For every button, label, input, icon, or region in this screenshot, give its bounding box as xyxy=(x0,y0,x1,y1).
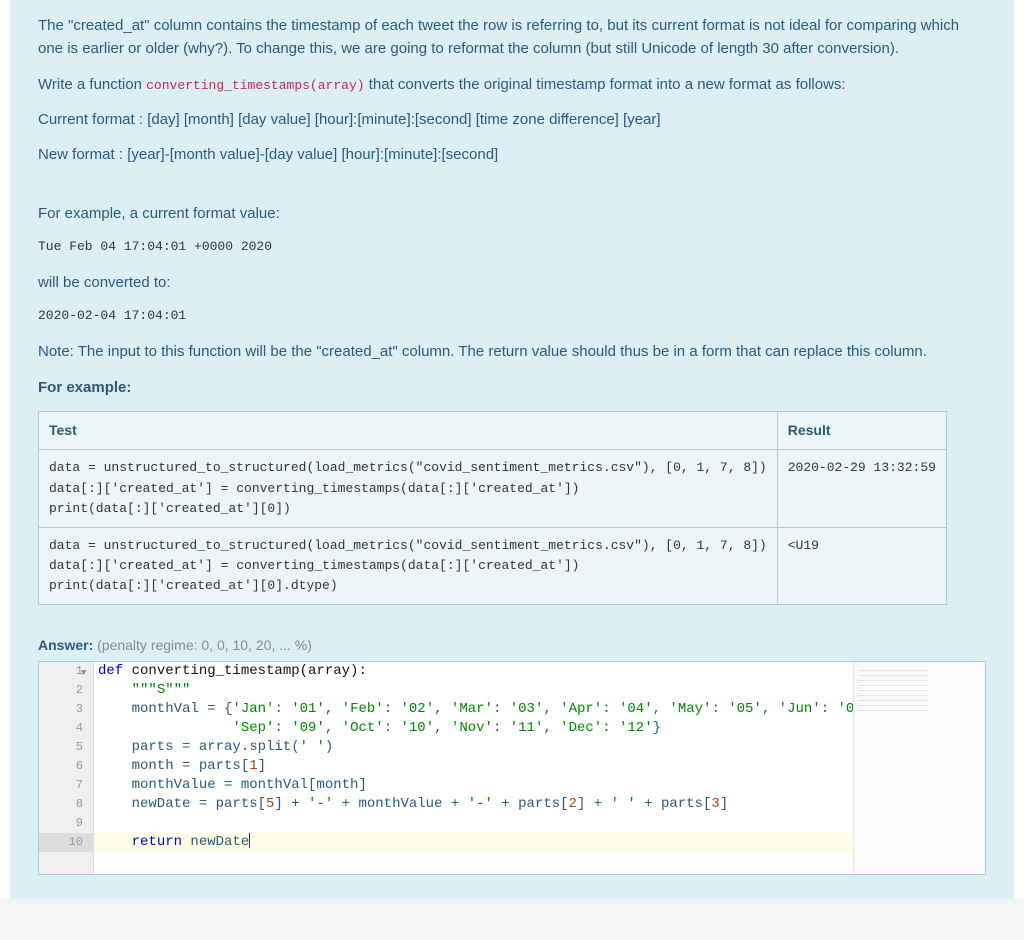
code-content[interactable] xyxy=(94,814,985,833)
result-cell-2: <U19 xyxy=(777,527,946,604)
header-result: Result xyxy=(777,411,946,450)
answer-header: Answer: (penalty regime: 0, 0, 10, 20, .… xyxy=(38,635,986,657)
line-number: 7 xyxy=(39,776,94,795)
line-number: 9 xyxy=(39,814,94,833)
code-line[interactable]: 8 newDate = parts[5] + '-' + monthValue … xyxy=(39,795,985,814)
code-line[interactable]: 7 monthValue = monthVal[month] xyxy=(39,776,985,795)
result-cell-1: 2020-02-29 13:32:59 xyxy=(777,450,946,527)
line-number: 5 xyxy=(39,738,94,757)
example-old-value: Tue Feb 04 17:04:01 +0000 2020 xyxy=(38,237,986,257)
answer-label: Answer: xyxy=(38,637,93,653)
question-p2-pre: Write a function xyxy=(38,76,146,93)
line-number: 8 xyxy=(39,795,94,814)
line-number: 10 xyxy=(39,833,94,852)
code-content[interactable]: month = parts[1] xyxy=(94,757,985,776)
code-line[interactable]: 9 xyxy=(39,814,985,833)
question-paragraph-2: Write a function converting_timestamps(a… xyxy=(38,73,986,96)
note-paragraph: Note: The input to this function will be… xyxy=(38,340,986,363)
text-cursor xyxy=(249,833,250,848)
example-new-value: 2020-02-04 17:04:01 xyxy=(38,306,986,326)
current-format-label: Current format : xyxy=(38,111,147,128)
question-p2-post: that converts the original timestamp for… xyxy=(365,76,846,93)
example-intro: For example, a current format value: xyxy=(38,202,986,225)
code-line[interactable]: 4 'Sep': '09', 'Oct': '10', 'Nov': '11',… xyxy=(39,719,985,738)
code-line[interactable]: 6 month = parts[1] xyxy=(39,757,985,776)
example-mid: will be converted to: xyxy=(38,271,986,294)
question-paragraph-1: The "created_at" column contains the tim… xyxy=(38,14,986,61)
line-number: 1▼ xyxy=(39,662,94,681)
test-cell-2: data = unstructured_to_structured(load_m… xyxy=(39,527,778,604)
function-signature-code: converting_timestamps(array) xyxy=(146,78,364,93)
editor-minimap[interactable] xyxy=(853,662,985,874)
code-content[interactable]: 'Sep': '09', 'Oct': '10', 'Nov': '11', '… xyxy=(94,719,985,738)
new-format-line: New format : [year]-[month value]-[day v… xyxy=(38,143,986,166)
current-format-value: [day] [month] [day value] [hour]:[minute… xyxy=(147,111,660,128)
code-line[interactable]: 2 """S""" xyxy=(39,681,985,700)
new-format-label: New format : xyxy=(38,146,127,163)
code-content[interactable]: """S""" xyxy=(94,681,985,700)
table-row: data = unstructured_to_structured(load_m… xyxy=(39,450,947,527)
penalty-regime: (penalty regime: 0, 0, 10, 20, ... %) xyxy=(97,637,312,653)
code-line[interactable]: 3 monthVal = {'Jan': '01', 'Feb': '02', … xyxy=(39,700,985,719)
code-editor[interactable]: 1▼def converting_timestamp(array):2 """S… xyxy=(38,661,986,875)
code-line[interactable]: 10 return newDate xyxy=(39,833,985,852)
code-content[interactable]: monthValue = monthVal[month] xyxy=(94,776,985,795)
table-header-row: Test Result xyxy=(39,411,947,450)
header-test: Test xyxy=(39,411,778,450)
line-number: 3 xyxy=(39,700,94,719)
code-content[interactable]: return newDate xyxy=(94,833,985,852)
for-example-label: For example: xyxy=(38,376,986,399)
question-container: The "created_at" column contains the tim… xyxy=(10,0,1014,899)
line-number: 2 xyxy=(39,681,94,700)
editor-empty-area[interactable] xyxy=(39,852,985,874)
line-number: 6 xyxy=(39,757,94,776)
line-number: 4 xyxy=(39,719,94,738)
code-content[interactable]: parts = array.split(' ') xyxy=(94,738,985,757)
example-table: Test Result data = unstructured_to_struc… xyxy=(38,411,947,606)
new-format-value: [year]-[month value]-[day value] [hour]:… xyxy=(127,146,498,163)
code-content[interactable]: monthVal = {'Jan': '01', 'Feb': '02', 'M… xyxy=(94,700,985,719)
current-format-line: Current format : [day] [month] [day valu… xyxy=(38,108,986,131)
code-line[interactable]: 5 parts = array.split(' ') xyxy=(39,738,985,757)
code-line[interactable]: 1▼def converting_timestamp(array): xyxy=(39,662,985,681)
test-cell-1: data = unstructured_to_structured(load_m… xyxy=(39,450,778,527)
table-row: data = unstructured_to_structured(load_m… xyxy=(39,527,947,604)
code-content[interactable]: def converting_timestamp(array): xyxy=(94,662,985,681)
code-content[interactable]: newDate = parts[5] + '-' + monthValue + … xyxy=(94,795,985,814)
